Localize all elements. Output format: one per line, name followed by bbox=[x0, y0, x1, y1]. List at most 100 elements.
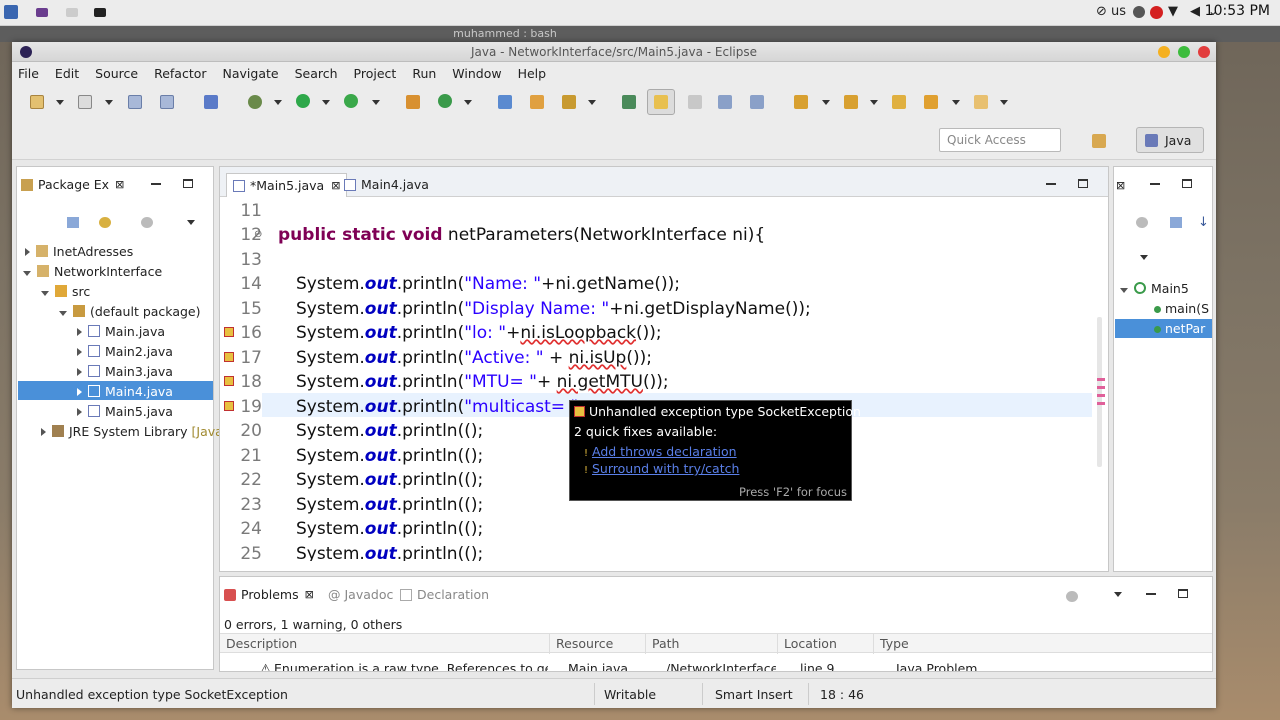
sort-icon[interactable]: ↓ bbox=[1198, 215, 1209, 230]
tree-item-networkinterface[interactable]: NetworkInterface bbox=[23, 264, 162, 279]
overview-error-mark[interactable] bbox=[1097, 394, 1105, 397]
tree-item-main3-java[interactable]: Main3.java bbox=[77, 364, 173, 379]
tree-item-inetadresses[interactable]: InetAdresses bbox=[25, 244, 133, 259]
col-resource[interactable]: Resource bbox=[550, 634, 646, 654]
workspace-2-icon[interactable] bbox=[66, 8, 78, 17]
outline-method-netparameters[interactable]: netPar bbox=[1154, 321, 1205, 336]
minimize-editor-icon[interactable] bbox=[1046, 183, 1056, 185]
close-icon[interactable]: ⊠ bbox=[115, 178, 124, 191]
tab-package-explorer[interactable]: Package Ex ⊠ bbox=[21, 177, 124, 192]
menu-project[interactable]: Project bbox=[354, 66, 397, 81]
tree-item-main2-java[interactable]: Main2.java bbox=[77, 344, 173, 359]
maximize-view-icon[interactable] bbox=[1178, 589, 1188, 598]
error-marker-icon[interactable] bbox=[224, 401, 234, 411]
forward-dropdown-icon[interactable] bbox=[1000, 100, 1008, 105]
back-dropdown-icon[interactable] bbox=[952, 100, 960, 105]
close-icon[interactable]: ⊠ bbox=[305, 588, 314, 601]
skip-breakpoints-icon[interactable] bbox=[204, 95, 218, 109]
coverage-dropdown-icon[interactable] bbox=[372, 100, 380, 105]
workspace-1-icon[interactable] bbox=[36, 8, 48, 17]
fix-add-throws[interactable]: ! Add throws declaration bbox=[584, 444, 737, 459]
error-marker-icon[interactable] bbox=[224, 376, 234, 386]
error-marker-icon[interactable] bbox=[224, 352, 234, 362]
table-row[interactable]: ⚠ Enumeration is a raw type. References … bbox=[220, 661, 1212, 671]
tab-main4-java[interactable]: Main4.java bbox=[344, 177, 429, 192]
new-package-icon[interactable] bbox=[78, 95, 92, 109]
menu-source[interactable]: Source bbox=[95, 66, 138, 81]
search-icon[interactable] bbox=[562, 95, 576, 109]
annotation-icon[interactable] bbox=[622, 95, 636, 109]
minimize-view-icon[interactable] bbox=[1146, 593, 1156, 595]
tree-item-main4-java[interactable]: Main4.java bbox=[77, 384, 173, 399]
prev-annotation-dropdown-icon[interactable] bbox=[870, 100, 878, 105]
debug-icon[interactable] bbox=[248, 95, 262, 109]
new-package-dropdown-icon[interactable] bbox=[105, 100, 113, 105]
menu-help[interactable]: Help bbox=[518, 66, 547, 81]
paragraph-icon[interactable] bbox=[750, 95, 764, 109]
view-menu-icon[interactable] bbox=[187, 220, 195, 225]
col-path[interactable]: Path bbox=[646, 634, 778, 654]
tree-item-main-java[interactable]: Main.java bbox=[77, 324, 165, 339]
focus-icon[interactable] bbox=[1136, 217, 1148, 228]
overview-error-mark[interactable] bbox=[1097, 386, 1105, 389]
focus-task-icon[interactable] bbox=[141, 217, 153, 228]
maximize-editor-icon[interactable] bbox=[1078, 179, 1088, 188]
tree-item-main5-java[interactable]: Main5.java bbox=[77, 404, 173, 419]
collapse-all-icon[interactable] bbox=[67, 217, 79, 228]
new-java-project-icon[interactable] bbox=[406, 95, 420, 109]
view-menu-icon[interactable] bbox=[1114, 592, 1122, 597]
tab-main5-java[interactable]: *Main5.java ⊠ bbox=[226, 173, 348, 197]
new-dropdown-icon[interactable] bbox=[56, 100, 64, 105]
tree-item-jre-library[interactable]: JRE System Library [Java bbox=[41, 424, 223, 439]
menu-search[interactable]: Search bbox=[295, 66, 338, 81]
back-icon[interactable] bbox=[924, 95, 938, 109]
outline-class-main5[interactable]: Main5 bbox=[1120, 281, 1189, 296]
minimize-view-icon[interactable] bbox=[1150, 183, 1160, 185]
close-button[interactable] bbox=[1198, 46, 1210, 58]
menu-file[interactable]: File bbox=[18, 66, 39, 81]
open-task-icon[interactable] bbox=[530, 95, 544, 109]
record-icon[interactable] bbox=[1150, 6, 1163, 19]
minimize-button[interactable] bbox=[1158, 46, 1170, 58]
fedora-icon[interactable] bbox=[4, 5, 18, 19]
close-icon[interactable]: ⊠ bbox=[1116, 179, 1125, 192]
collapse-all-icon[interactable] bbox=[1170, 217, 1182, 228]
tab-declaration[interactable]: Declaration bbox=[400, 587, 489, 602]
overview-error-mark[interactable] bbox=[1097, 378, 1105, 381]
link-editor-icon[interactable] bbox=[99, 217, 111, 228]
open-perspective-icon[interactable] bbox=[1092, 134, 1106, 148]
tree-item-default-package[interactable]: (default package) bbox=[59, 304, 200, 319]
col-type[interactable]: Type bbox=[874, 634, 1074, 654]
java-perspective-button[interactable]: Java bbox=[1136, 127, 1204, 153]
debug-dropdown-icon[interactable] bbox=[274, 100, 282, 105]
new-class-dropdown-icon[interactable] bbox=[464, 100, 472, 105]
close-icon[interactable]: ⊠ bbox=[331, 179, 340, 192]
workspace-3-icon[interactable] bbox=[94, 8, 106, 17]
block-selection-icon[interactable] bbox=[688, 95, 702, 109]
run-icon[interactable] bbox=[296, 94, 310, 108]
forward-icon[interactable] bbox=[974, 95, 988, 109]
maximize-button[interactable] bbox=[1178, 46, 1190, 58]
menu-edit[interactable]: Edit bbox=[55, 66, 79, 81]
focus-icon[interactable] bbox=[1066, 591, 1078, 602]
outline-method-main[interactable]: main(S bbox=[1154, 301, 1209, 316]
menu-window[interactable]: Window bbox=[452, 66, 501, 81]
tab-javadoc[interactable]: @ Javadoc bbox=[328, 587, 393, 602]
menu-refactor[interactable]: Refactor bbox=[154, 66, 206, 81]
next-annotation-icon[interactable] bbox=[794, 95, 808, 109]
run-dropdown-icon[interactable] bbox=[322, 100, 330, 105]
col-description[interactable]: Description bbox=[220, 634, 550, 654]
maximize-view-icon[interactable] bbox=[1182, 179, 1192, 188]
save-all-icon[interactable] bbox=[160, 95, 174, 109]
code-area[interactable]: 11 12 ⊖ 13 14 15 16 17 18 19 20 21 22 23… bbox=[220, 197, 1108, 561]
show-whitespace-icon[interactable] bbox=[718, 95, 732, 109]
prev-annotation-icon[interactable] bbox=[844, 95, 858, 109]
new-icon[interactable] bbox=[30, 95, 44, 109]
wifi-icon[interactable]: ▼ bbox=[1168, 4, 1178, 19]
coverage-icon[interactable] bbox=[344, 94, 358, 108]
col-location[interactable]: Location bbox=[778, 634, 874, 654]
keyboard-layout[interactable]: us bbox=[1111, 4, 1126, 19]
fold-toggle-icon[interactable]: ⊖ bbox=[254, 229, 262, 240]
overview-error-mark[interactable] bbox=[1097, 402, 1105, 405]
tree-item-src[interactable]: src bbox=[41, 284, 90, 299]
